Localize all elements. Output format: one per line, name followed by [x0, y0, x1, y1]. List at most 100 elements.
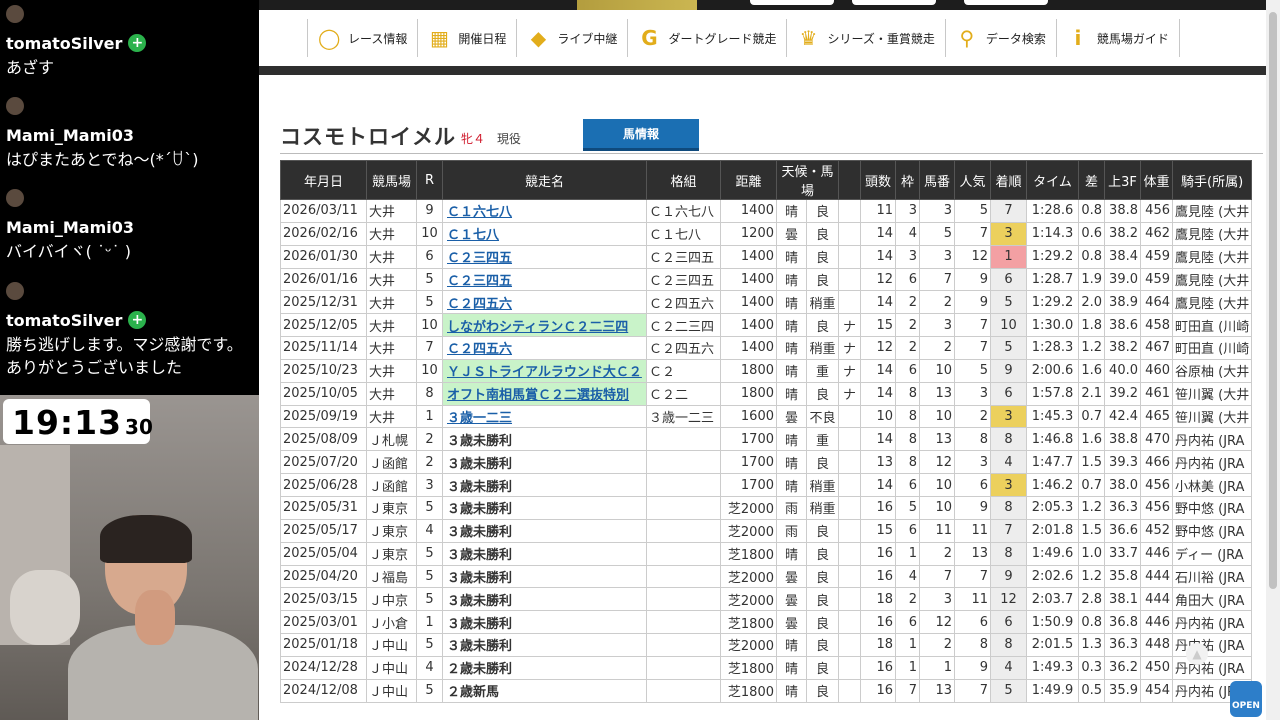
- table-cell: 2: [895, 313, 920, 338]
- table-cell: 1:49.9: [1026, 678, 1079, 703]
- table-cell: 1700: [720, 427, 777, 452]
- table-cell: 大井: [366, 313, 417, 338]
- table-cell: 1700: [720, 473, 777, 497]
- table-row: 2025/12/31 大井 5 Ｃ２四五六 Ｃ２四五六 1400 晴稍重 14 2 2 9 5 1:29…: [280, 290, 1253, 315]
- table-cell: 良: [806, 518, 839, 543]
- table-cell: 晴: [776, 313, 807, 338]
- race-name: ３歳未勝利: [442, 495, 647, 520]
- table-cell: 町田直 (川崎: [1171, 313, 1253, 338]
- table-cell: 2025/03/01: [280, 610, 367, 635]
- table-cell: 曇: [776, 610, 807, 635]
- table-cell: 良: [806, 587, 839, 612]
- column-header: 枠: [895, 160, 920, 200]
- race-name-link[interactable]: Ｃ１七八: [442, 221, 647, 246]
- nav-item[interactable]: ▦ 開催日程: [417, 19, 516, 57]
- nav-item[interactable]: ♛ シリーズ・重賞競走: [786, 19, 944, 57]
- finish-position: 6: [990, 610, 1027, 635]
- column-header: 着順: [990, 160, 1027, 200]
- table-cell: 6: [954, 610, 991, 635]
- search-icon: ⚲: [959, 26, 975, 50]
- table-cell: 3: [919, 587, 955, 612]
- table-header-row: 年月日 競馬場 R 競走名 格組 距離 天候・馬場 頭数枠馬番 人気 着順 タイム差上3F 体重 騎手(…: [280, 160, 1253, 200]
- table-cell: 2026/01/16: [280, 267, 367, 292]
- finish-position: 8: [990, 633, 1027, 657]
- table-cell: 大井: [366, 290, 417, 315]
- table-cell: 10: [919, 495, 955, 520]
- race-name-link[interactable]: オフト南相馬賞Ｃ２二選抜特別: [442, 381, 647, 406]
- race-name: ３歳未勝利: [442, 518, 647, 543]
- open-badge[interactable]: OPEN: [1230, 681, 1262, 717]
- table-cell: 晴: [776, 473, 807, 497]
- race-name-link[interactable]: Ｃ２四五六: [442, 336, 647, 360]
- table-cell: 16: [860, 655, 896, 680]
- scrollbar[interactable]: [1266, 0, 1280, 720]
- table-cell: 晴: [776, 678, 807, 703]
- finish-position: 12: [990, 587, 1027, 612]
- race-name-link[interactable]: しながわシティランＣ２二三四: [442, 313, 647, 338]
- horse-info-button[interactable]: 馬情報: [583, 119, 699, 151]
- table-cell: 462: [1140, 221, 1173, 246]
- table-cell: 10: [416, 313, 443, 338]
- chat-username: tomatoSilver: [6, 33, 123, 53]
- column-header: [838, 160, 861, 200]
- table-cell: 2: [919, 541, 955, 566]
- nav-item[interactable]: ⚲ データ検索: [944, 19, 1056, 57]
- table-cell: 0.3: [1078, 655, 1105, 680]
- table-cell: 8: [954, 427, 991, 452]
- table-cell: 3: [895, 244, 920, 269]
- finish-position: 1: [990, 244, 1027, 269]
- table-cell: 2025/10/05: [280, 381, 367, 406]
- race-name-link[interactable]: ＹＪＳトライアルラウンド大Ｃ２: [442, 358, 647, 383]
- table-cell: 曇: [776, 564, 807, 589]
- race-name-link[interactable]: ３歳一二三: [442, 404, 647, 429]
- table-cell: [646, 610, 721, 635]
- table-cell: 1400: [720, 313, 777, 338]
- table-cell: Ｊ中山: [366, 655, 417, 680]
- table-cell: 良: [806, 199, 839, 223]
- table-cell: 38.2: [1104, 221, 1141, 246]
- table-cell: [646, 587, 721, 612]
- table-cell: 1.3: [1078, 633, 1105, 657]
- table-cell: 5: [416, 633, 443, 657]
- table-cell: Ｊ中山: [366, 678, 417, 703]
- table-cell: Ｃ２三四五: [646, 267, 721, 292]
- table-cell: 14: [860, 473, 896, 497]
- nav-item[interactable]: G ダートグレード競走: [627, 19, 786, 57]
- table-cell: 2:00.6: [1026, 358, 1079, 383]
- nav-item[interactable]: i 競馬場ガイド: [1055, 19, 1180, 57]
- race-name-link[interactable]: Ｃ２三四五: [442, 244, 647, 269]
- table-cell: 大井: [366, 267, 417, 292]
- table-cell: 35.9: [1104, 678, 1141, 703]
- chat-message: tomatoSilver + 勝ち逃げします。マジ感謝です。ありがとうございました: [6, 282, 256, 379]
- table-cell: 7: [954, 221, 991, 246]
- table-cell: Ｃ２四五六: [646, 290, 721, 315]
- table-cell: Ｊ東京: [366, 518, 417, 543]
- nav-item[interactable]: ◆ ライブ中継: [516, 19, 627, 57]
- scrollbar-thumb[interactable]: [1269, 12, 1277, 589]
- race-name-link[interactable]: Ｃ２四五六: [442, 290, 647, 315]
- finish-position: 7: [990, 518, 1027, 543]
- table-cell: 14: [860, 244, 896, 269]
- table-cell: 5: [895, 495, 920, 520]
- table-cell: 13: [919, 381, 955, 406]
- table-cell: 7: [954, 678, 991, 703]
- table-cell: 0.8: [1078, 199, 1105, 223]
- table-cell: 14: [860, 358, 896, 383]
- finish-position: 9: [990, 358, 1027, 383]
- table-cell: 稍重: [806, 290, 839, 315]
- nav-item[interactable]: ◯ レース情報: [307, 19, 417, 57]
- table-cell: 曇: [776, 587, 807, 612]
- table-cell: [838, 495, 861, 520]
- table-cell: 10: [860, 404, 896, 429]
- scroll-top-icon[interactable]: ▲: [1186, 643, 1208, 665]
- table-cell: 38.9: [1104, 290, 1141, 315]
- table-cell: 2:05.3: [1026, 495, 1079, 520]
- finish-position: 3: [990, 473, 1027, 497]
- table-cell: 1:46.2: [1026, 473, 1079, 497]
- table-cell: [646, 655, 721, 680]
- race-name-link[interactable]: Ｃ２三四五: [442, 267, 647, 292]
- race-name-link[interactable]: Ｃ１六七八: [442, 199, 647, 223]
- table-row: 2025/05/04 Ｊ東京 5 ３歳未勝利 芝1800 晴良 16 1 2 13 8 1:49.6 1…: [280, 541, 1253, 566]
- table-cell: 14: [860, 290, 896, 315]
- table-cell: 3: [919, 244, 955, 269]
